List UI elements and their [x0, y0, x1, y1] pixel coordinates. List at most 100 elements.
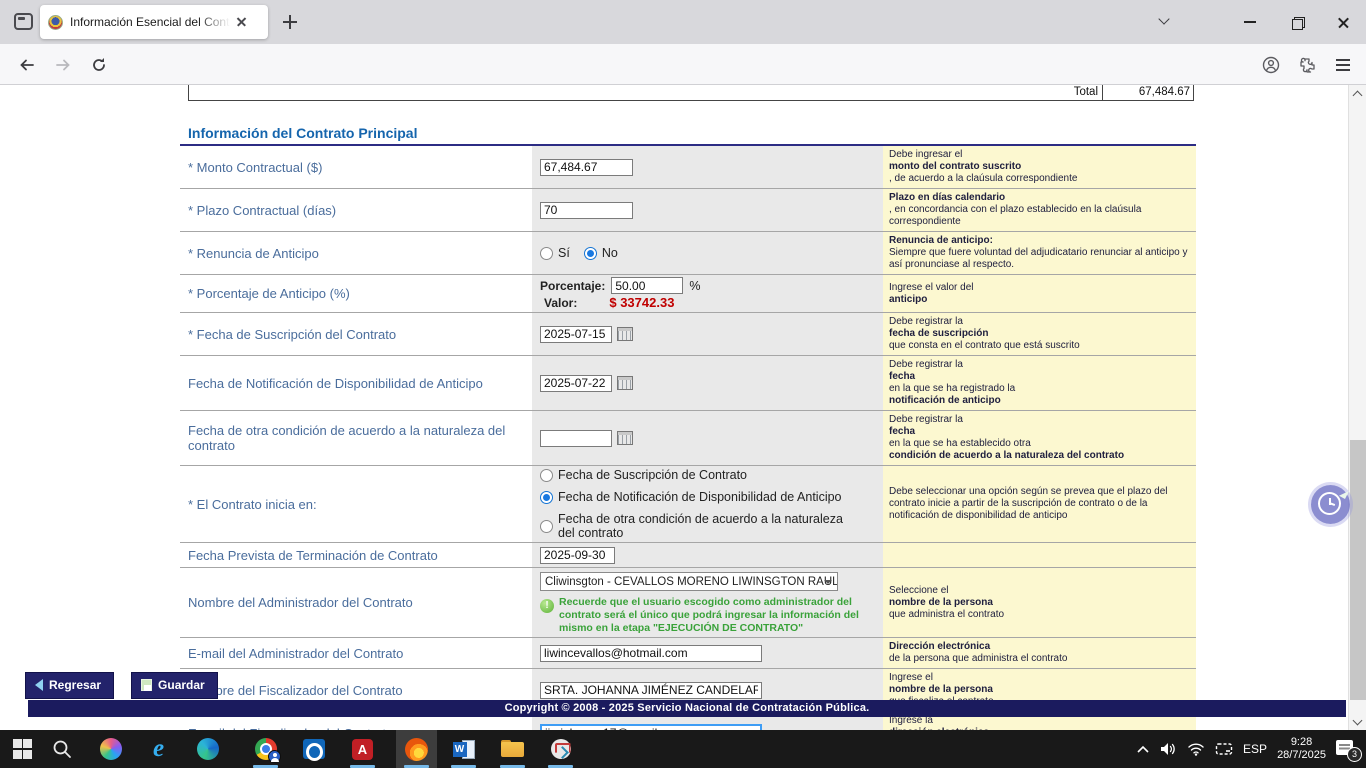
- wifi-icon[interactable]: [1187, 742, 1205, 756]
- save-disk-icon: [141, 679, 152, 691]
- renuncia-si-label: Sí: [558, 246, 570, 260]
- cast-display-icon[interactable]: [1215, 742, 1233, 756]
- valor-anticipo: $ 33742.33: [609, 295, 674, 310]
- info-green-icon: !: [540, 599, 554, 613]
- minimize-icon: [1244, 21, 1256, 23]
- word-icon: W: [453, 739, 475, 760]
- administrador-select[interactable]: Cliwinsgton - CEVALLOS MORENO LIWINSGTON…: [540, 572, 838, 591]
- admin-email-help: Dirección electrónica de la persona que …: [883, 638, 1196, 668]
- snipping-tool-button[interactable]: [540, 730, 581, 768]
- browser-nav-bar: https://www.compraspublicas.gob.ec/Proce…: [0, 44, 1366, 85]
- close-icon: [1337, 16, 1350, 29]
- page-content: Total 67,484.67 Información del Contrato…: [0, 85, 1366, 730]
- admin-email-input[interactable]: [540, 645, 762, 662]
- porcentaje-label: Porcentaje:: [540, 279, 605, 293]
- admin-email-label: E-mail del Administrador del Contrato: [180, 638, 532, 668]
- fecha-notificacion-input[interactable]: [540, 375, 612, 392]
- windows-logo-icon: [13, 739, 33, 759]
- extensions-puzzle-icon[interactable]: [1294, 52, 1320, 78]
- fecha-otra-input[interactable]: [540, 430, 612, 447]
- copilot-button[interactable]: [90, 730, 131, 768]
- administrador-note-text: Recuerde que el usuario escogido como ad…: [559, 596, 859, 635]
- menu-hamburger-icon[interactable]: [1330, 52, 1356, 78]
- inicia-opcion2-radio[interactable]: [540, 491, 553, 504]
- vertical-scrollbar[interactable]: [1348, 85, 1366, 730]
- reload-button[interactable]: [86, 52, 112, 78]
- row-renuncia: * Renuncia de Anticipo Sí No Renuncia de…: [180, 232, 1196, 275]
- fecha-suscripcion-help: Debe registrar la fecha de suscripción q…: [883, 313, 1196, 355]
- row-fecha-otra: Fecha de otra condición de acuerdo a la …: [180, 411, 1196, 466]
- notification-center-button[interactable]: 3: [1336, 740, 1358, 758]
- snipping-tool-icon: [551, 739, 571, 759]
- folder-icon: [501, 740, 524, 758]
- firefox-button[interactable]: [396, 730, 437, 768]
- edge-icon: [197, 738, 219, 760]
- calendar-icon[interactable]: [617, 431, 633, 445]
- tray-chevron-up-icon[interactable]: [1136, 744, 1150, 754]
- window-restore-button[interactable]: [1274, 0, 1320, 44]
- window-minimize-button[interactable]: [1227, 0, 1273, 44]
- plazo-label: * Plazo Contractual (días): [180, 189, 532, 231]
- clock-face-icon: [1318, 492, 1341, 515]
- widget-wing-icon: [1339, 491, 1349, 499]
- administrador-note: ! Recuerde que el usuario escogido como …: [540, 596, 859, 635]
- plazo-input[interactable]: [540, 202, 633, 219]
- acrobat-button[interactable]: A: [342, 730, 383, 768]
- copyright-footer: Copyright © 2008 - 2025 Servicio Naciona…: [28, 700, 1346, 717]
- scroll-down-icon[interactable]: [1353, 717, 1362, 726]
- taskbar-clock[interactable]: 9:28 28/7/2025: [1277, 736, 1326, 762]
- contrato-inicia-label: * El Contrato inicia en:: [180, 466, 532, 542]
- row-fecha-suscripcion: * Fecha de Suscripción del Contrato Debe…: [180, 313, 1196, 356]
- new-tab-button[interactable]: [282, 14, 298, 30]
- chrome-icon: [255, 738, 277, 760]
- inicia-opcion3-label: Fecha de otra condición de acuerdo a la …: [558, 512, 861, 540]
- calendar-icon[interactable]: [617, 327, 633, 341]
- renuncia-label: * Renuncia de Anticipo: [180, 232, 532, 274]
- file-explorer-button[interactable]: [492, 730, 533, 768]
- scroll-up-icon[interactable]: [1353, 89, 1362, 98]
- fecha-suscripcion-input[interactable]: [540, 326, 612, 343]
- scrollbar-thumb[interactable]: [1350, 440, 1366, 700]
- outlook-icon: [303, 739, 325, 759]
- calendar-icon[interactable]: [617, 376, 633, 390]
- renuncia-si-radio[interactable]: [540, 247, 553, 260]
- floating-clock-widget[interactable]: [1311, 485, 1350, 524]
- forward-button[interactable]: [50, 52, 76, 78]
- active-tab[interactable]: Información Esencial del Contra: [40, 5, 268, 39]
- outlook-button[interactable]: [293, 730, 334, 768]
- inicia-opcion1-radio[interactable]: [540, 469, 553, 482]
- fecha-terminacion-input[interactable]: [540, 547, 615, 564]
- porcentaje-input[interactable]: [611, 277, 683, 294]
- back-button[interactable]: [14, 52, 40, 78]
- monto-input[interactable]: [540, 159, 633, 176]
- start-button[interactable]: [2, 730, 43, 768]
- internet-explorer-button[interactable]: e: [138, 730, 179, 768]
- inicia-opcion3-radio[interactable]: [540, 520, 553, 533]
- language-indicator[interactable]: ESP: [1243, 742, 1267, 756]
- restore-icon: [1292, 17, 1303, 28]
- tab-close-icon[interactable]: [234, 14, 250, 30]
- administrador-help: Seleccione el nombre de la persona que a…: [883, 568, 1196, 637]
- inicia-opcion2-label: Fecha de Notificación de Disponibilidad …: [558, 490, 842, 504]
- search-button[interactable]: [41, 730, 82, 768]
- row-fecha-terminacion: Fecha Prevista de Terminación de Contrat…: [180, 543, 1196, 568]
- firefox-view-icon[interactable]: [14, 13, 33, 30]
- word-button[interactable]: W: [443, 730, 484, 768]
- list-all-tabs-icon[interactable]: [1160, 14, 1170, 24]
- account-icon[interactable]: [1258, 52, 1284, 78]
- regresar-button[interactable]: Regresar: [25, 672, 114, 699]
- volume-icon[interactable]: [1160, 742, 1177, 756]
- renuncia-no-radio[interactable]: [584, 247, 597, 260]
- window-close-button[interactable]: [1320, 0, 1366, 44]
- browser-tab-bar: Información Esencial del Contra: [0, 0, 1366, 44]
- row-monto: * Monto Contractual ($) Debe ingresar el…: [180, 146, 1196, 189]
- chrome-button[interactable]: [245, 730, 286, 768]
- fiscalizador-nombre-input[interactable]: [540, 682, 762, 699]
- guardar-button[interactable]: Guardar: [131, 672, 218, 699]
- site-favicon-icon: [48, 15, 63, 30]
- fecha-terminacion-label: Fecha Prevista de Terminación de Contrat…: [180, 543, 532, 567]
- edge-button[interactable]: [187, 730, 228, 768]
- search-icon: [52, 739, 72, 759]
- anticipo-label: * Porcentaje de Anticipo (%): [180, 275, 532, 312]
- renuncia-no-label: No: [602, 246, 618, 260]
